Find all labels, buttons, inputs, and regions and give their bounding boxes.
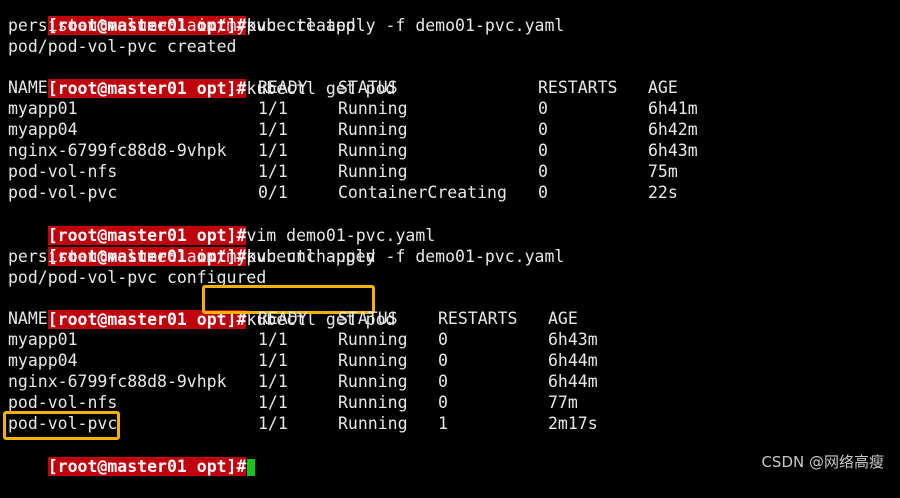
column-header-restarts: RESTARTS	[438, 309, 518, 328]
pod-name: nginx-6799fc88d8-9vhpk	[8, 372, 227, 391]
pod-ready: 1/1	[258, 141, 288, 160]
pod-age: 6h44m	[548, 351, 598, 370]
pod-status: Running	[338, 162, 408, 181]
column-header-status: STATUS	[338, 309, 398, 328]
command-line: [root@master01 opt]#vim demo01-pvc.yaml	[8, 204, 898, 245]
pod-ready: 1/1	[258, 99, 288, 118]
pod-name: pod-vol-pvc	[8, 414, 118, 433]
pod-name: myapp01	[8, 99, 78, 118]
pod-restarts: 0	[438, 351, 448, 370]
pod-restarts: 0	[538, 120, 548, 139]
column-header-status: STATUS	[338, 78, 398, 97]
table-row: myapp04 1/1 Running 0 6h44m	[8, 351, 898, 372]
pod-ready: 1/1	[258, 351, 288, 370]
pod-name: nginx-6799fc88d8-9vhpk	[8, 141, 227, 160]
command-line: [root@master01 opt]#kubectl apply -f dem…	[8, 0, 898, 35]
output-line: pod/pod-vol-pvc created	[8, 37, 237, 56]
watermark: CSDN @网络高瘦	[761, 453, 884, 471]
pod-status: Running	[338, 393, 408, 412]
pod-restarts: 0	[538, 183, 548, 202]
pod-age: 77m	[548, 393, 578, 412]
pod-restarts: 1	[438, 414, 448, 433]
column-header-restarts: RESTARTS	[538, 78, 618, 97]
pod-name: pod-vol-pvc	[8, 183, 118, 202]
column-header-ready: READY	[258, 309, 308, 328]
pod-age: 75m	[648, 162, 678, 181]
table-row: pod-vol-pvc 1/1 Running 1 2m17s	[3, 411, 898, 440]
column-header-age: AGE	[648, 78, 678, 97]
pod-status: Running	[338, 414, 408, 433]
pod-ready: 0/1	[258, 183, 288, 202]
output-line: persistentvolumeclaim/mypvc created	[8, 16, 356, 35]
pod-ready: 1/1	[258, 330, 288, 349]
pod-age: 22s	[648, 183, 678, 202]
pod-restarts: 0	[438, 393, 448, 412]
column-header-age: AGE	[548, 309, 578, 328]
pod-status: ContainerCreating	[338, 183, 507, 202]
pod-restarts: 0	[438, 330, 448, 349]
command-line: [root@master01 opt]#kubectl get pod	[8, 285, 898, 329]
pod-name: myapp04	[8, 120, 78, 139]
table-row: myapp01 1/1 Running 0 6h41m	[8, 99, 898, 120]
pod-name: myapp04	[8, 351, 78, 370]
output-line: pod/pod-vol-pvc configured	[8, 268, 267, 287]
pod-restarts: 0	[538, 99, 548, 118]
table-row: myapp04 1/1 Running 0 6h42m	[8, 120, 898, 141]
command-line: [root@master01 opt]#kubectl get pod	[8, 57, 898, 98]
table-row: nginx-6799fc88d8-9vhpk 1/1 Running 0 6h4…	[8, 141, 898, 162]
pod-ready: 1/1	[258, 414, 288, 433]
table-row: nginx-6799fc88d8-9vhpk 1/1 Running 0 6h4…	[8, 372, 898, 393]
table-header-row: NAME READY STATUS RESTARTS AGE	[8, 78, 898, 99]
pod-ready: 1/1	[258, 162, 288, 181]
column-header-ready: READY	[258, 78, 308, 97]
pod-age: 6h41m	[648, 99, 698, 118]
column-header-name: NAME	[8, 309, 48, 328]
command-line: [root@master01 opt]#kubectl apply -f dem…	[8, 225, 898, 266]
pod-status: Running	[338, 372, 408, 391]
terminal-cursor[interactable]	[247, 459, 256, 476]
pod-ready: 1/1	[258, 372, 288, 391]
pod-name: pod-vol-nfs	[8, 162, 118, 181]
pod-status: Running	[338, 141, 408, 160]
pod-name: pod-vol-nfs	[8, 393, 118, 412]
pod-ready: 1/1	[258, 393, 288, 412]
terminal-window[interactable]: [root@master01 opt]#kubectl apply -f dem…	[3, 0, 898, 476]
pod-status: Running	[338, 351, 408, 370]
pod-restarts: 0	[438, 372, 448, 391]
pod-restarts: 0	[538, 162, 548, 181]
table-row: myapp01 1/1 Running 0 6h43m	[8, 330, 898, 351]
pod-status: Running	[338, 120, 408, 139]
table-row: pod-vol-nfs 1/1 Running 0 77m	[8, 393, 898, 414]
pod-age: 6h42m	[648, 120, 698, 139]
pod-age: 6h43m	[548, 330, 598, 349]
shell-prompt: [root@master01 opt]#	[47, 457, 247, 476]
pod-name: myapp01	[8, 330, 78, 349]
pod-age: 6h44m	[548, 372, 598, 391]
pod-ready: 1/1	[258, 120, 288, 139]
pod-status: Running	[338, 330, 408, 349]
pod-age: 2m17s	[548, 414, 598, 433]
output-line: persistentvolumeclaim/mypvc unchanged	[8, 247, 376, 266]
table-row: pod-vol-nfs 1/1 Running 0 75m	[8, 162, 898, 183]
table-header-row: NAME READY STATUS RESTARTS AGE	[8, 309, 898, 330]
column-header-name: NAME	[8, 78, 48, 97]
pod-age: 6h43m	[648, 141, 698, 160]
table-row: pod-vol-pvc 0/1 ContainerCreating 0 22s	[8, 183, 898, 204]
pod-restarts: 0	[538, 141, 548, 160]
pod-status: Running	[338, 99, 408, 118]
